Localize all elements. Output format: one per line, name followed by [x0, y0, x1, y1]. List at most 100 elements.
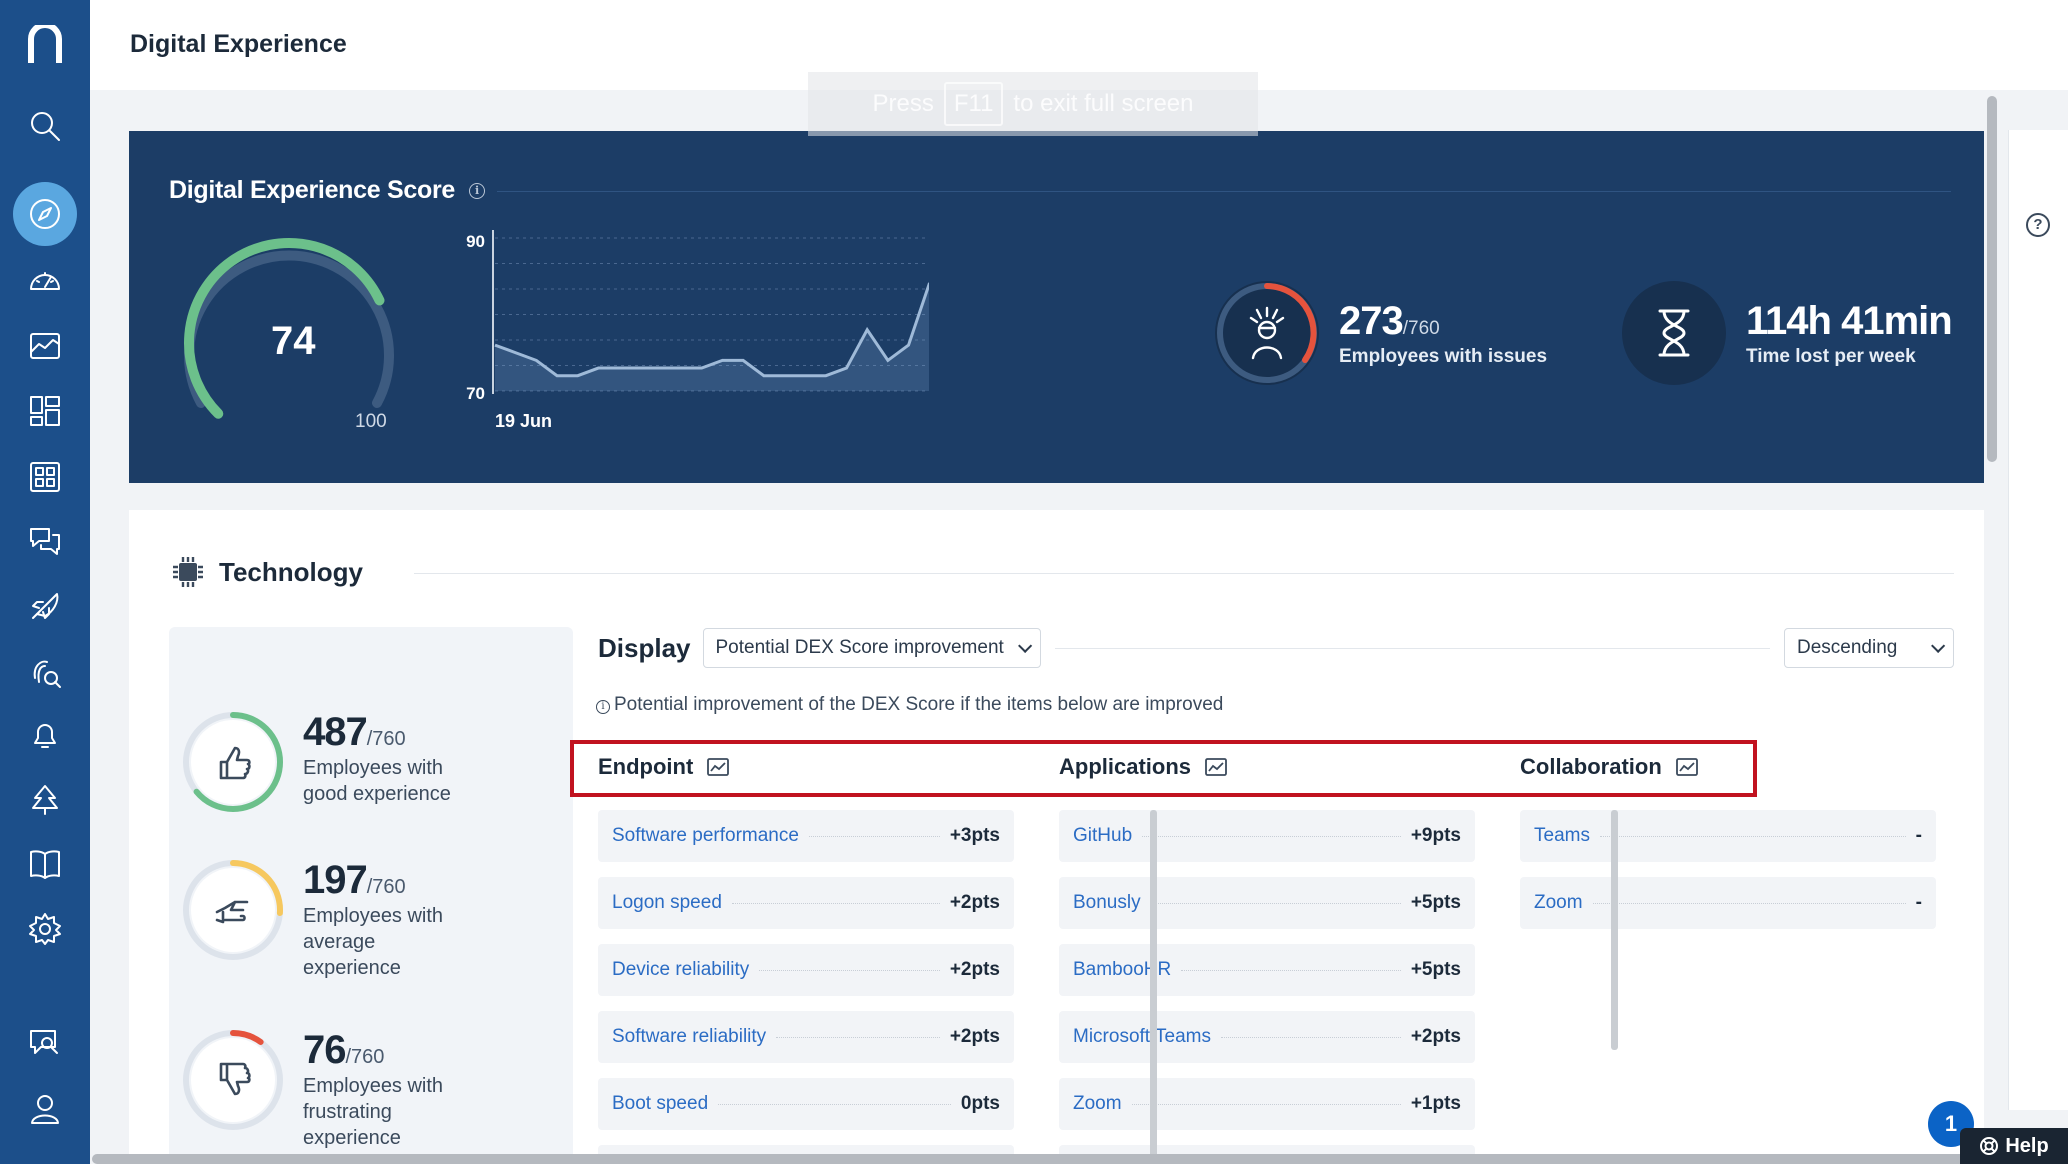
- thumbs-down-icon: [219, 1062, 251, 1096]
- leader-dots: [1131, 1103, 1401, 1105]
- sidebar-item-bell[interactable]: [0, 704, 90, 766]
- sidebar-item-apps-grid[interactable]: [0, 446, 90, 508]
- experience-row[interactable]: 487/760 Employees with good experience: [181, 710, 473, 814]
- sidebar-item-chat[interactable]: [0, 510, 90, 572]
- improvement-item[interactable]: Boot speed 0pts: [598, 1078, 1014, 1130]
- time-lost-label: Time lost per week: [1746, 345, 1916, 367]
- leader-dots: [759, 969, 940, 971]
- vertical-scrollbar[interactable]: [1987, 96, 1997, 462]
- horizontal-scrollbar[interactable]: [92, 1154, 1987, 1164]
- experience-label: Employees with frustrating experience: [303, 1075, 444, 1149]
- improvement-item[interactable]: BambooHR +5pts: [1059, 944, 1475, 996]
- sidebar-item-rocket[interactable]: [0, 575, 90, 637]
- sidebar-item-tree[interactable]: [0, 769, 90, 831]
- experience-row[interactable]: 76/760 Employees with frustrating experi…: [181, 1028, 473, 1151]
- issues-label: Employees with issues: [1339, 345, 1548, 367]
- sort-select[interactable]: Descending: [1784, 628, 1954, 668]
- sidebar-item-search[interactable]: [0, 95, 90, 157]
- fs-hint-suffix: to exit full screen: [1013, 90, 1194, 117]
- sort-select-value: Descending: [1797, 637, 1898, 658]
- leader-dots: [1592, 902, 1906, 904]
- item-points: +5pts: [1410, 892, 1461, 913]
- improvement-item[interactable]: Microsoft Teams +2pts: [1059, 1011, 1475, 1063]
- experience-label: Employees with good experience: [303, 757, 451, 805]
- item-name-link[interactable]: Zoom: [1073, 1093, 1122, 1115]
- improvement-item[interactable]: Software performance +3pts: [598, 810, 1014, 862]
- item-name-link[interactable]: Teams: [1534, 825, 1590, 847]
- experience-total: /760: [366, 728, 406, 750]
- experience-row[interactable]: 197/760 Employees with average experienc…: [181, 858, 473, 981]
- item-name-link[interactable]: Logon speed: [612, 892, 722, 914]
- experience-icon-wrap: [191, 720, 275, 804]
- item-name-link[interactable]: Software performance: [612, 825, 799, 847]
- item-points: +2pts: [949, 892, 1000, 913]
- gauge-icon: [30, 272, 60, 291]
- sidebar-item-gauge[interactable]: [0, 250, 90, 312]
- chip-icon: [173, 557, 203, 587]
- experience-count: 197: [303, 858, 368, 902]
- improvement-item[interactable]: Software reliability +2pts: [598, 1011, 1014, 1063]
- nexthink-logo[interactable]: [0, 0, 90, 90]
- issues-count: 273: [1339, 298, 1404, 343]
- sidebar-item-gear[interactable]: [0, 898, 90, 960]
- help-button[interactable]: Help: [1960, 1128, 2068, 1164]
- item-points: 0pts: [960, 1093, 1000, 1114]
- column-header-applications: Applications: [1059, 754, 1227, 780]
- display-select-value: Potential DEX Score improvement: [715, 637, 1004, 658]
- item-name-link[interactable]: Boot speed: [612, 1093, 708, 1115]
- item-points: +2pts: [1410, 1026, 1461, 1047]
- sidebar-item-compass[interactable]: [0, 169, 90, 259]
- item-name-link[interactable]: Device reliability: [612, 959, 749, 981]
- sidebar-item-user[interactable]: [0, 1078, 90, 1140]
- improvement-item[interactable]: Teams -: [1520, 810, 1936, 862]
- sidebar-item-chat-search[interactable]: [0, 1012, 90, 1074]
- book-icon: [30, 850, 60, 880]
- item-name-link[interactable]: Bonusly: [1073, 892, 1141, 914]
- chevron-down-icon: [1931, 638, 1946, 653]
- issues-stat: 273/760 Employees with issues: [1215, 281, 1547, 385]
- display-label: Display: [598, 632, 691, 663]
- sidebar-item-chart[interactable]: [0, 315, 90, 377]
- sidebar-item-fingerprint-search[interactable]: [0, 641, 90, 703]
- fingerprint-search-icon: [33, 660, 61, 688]
- trend-chart-icon[interactable]: [1205, 758, 1227, 776]
- sidebar: [0, 0, 90, 1164]
- score-trend-chart[interactable]: 907019 Jun18 Jul: [129, 131, 929, 461]
- time-lost-value: 114h 41min: [1746, 298, 1953, 343]
- improvement-item[interactable]: Zoom -: [1520, 877, 1936, 929]
- item-name-link[interactable]: Zoom: [1534, 892, 1583, 914]
- lifebuoy-icon: [1980, 1137, 1999, 1155]
- item-points: -: [1915, 825, 1922, 846]
- column-scrollbar[interactable]: [1150, 810, 1157, 1164]
- column-scrollbar[interactable]: [1611, 810, 1618, 1050]
- display-select[interactable]: Potential DEX Score improvement: [702, 628, 1041, 668]
- item-points: +5pts: [1410, 959, 1461, 980]
- item-name-link[interactable]: GitHub: [1073, 825, 1132, 847]
- logo-icon: [28, 25, 62, 63]
- active-indicator: [13, 182, 77, 247]
- leader-dots: [1220, 1036, 1401, 1038]
- help-question-icon[interactable]: ?: [2026, 213, 2050, 237]
- improvement-item[interactable]: Bonusly +5pts: [1059, 877, 1475, 929]
- info-icon: i: [596, 700, 610, 714]
- experience-ring: [181, 1028, 285, 1132]
- improvement-item[interactable]: GitHub +9pts: [1059, 810, 1475, 862]
- leader-dots: [1599, 835, 1906, 837]
- leader-dots: [731, 902, 940, 904]
- improvement-item[interactable]: Device reliability +2pts: [598, 944, 1014, 996]
- item-points: +2pts: [949, 1026, 1000, 1047]
- item-name-link[interactable]: Microsoft Teams: [1073, 1026, 1211, 1048]
- trend-chart-icon[interactable]: [707, 758, 730, 776]
- item-name-link[interactable]: Software reliability: [612, 1026, 766, 1048]
- experience-count: 487: [303, 710, 368, 754]
- sidebar-item-dashboard[interactable]: [0, 380, 90, 442]
- sidebar-item-book[interactable]: [0, 833, 90, 895]
- hourglass-circle: [1622, 281, 1726, 385]
- column-title: Collaboration: [1520, 754, 1662, 779]
- column-list-endpoint: Software performance +3pts Logon speed +2pt…: [598, 810, 1022, 1164]
- improvement-item[interactable]: Zoom +1pts: [1059, 1078, 1475, 1130]
- rocket-icon: [32, 592, 59, 619]
- trend-chart-icon[interactable]: [1675, 758, 1698, 776]
- experience-total: /760: [345, 1046, 385, 1068]
- improvement-item[interactable]: Logon speed +2pts: [598, 877, 1014, 929]
